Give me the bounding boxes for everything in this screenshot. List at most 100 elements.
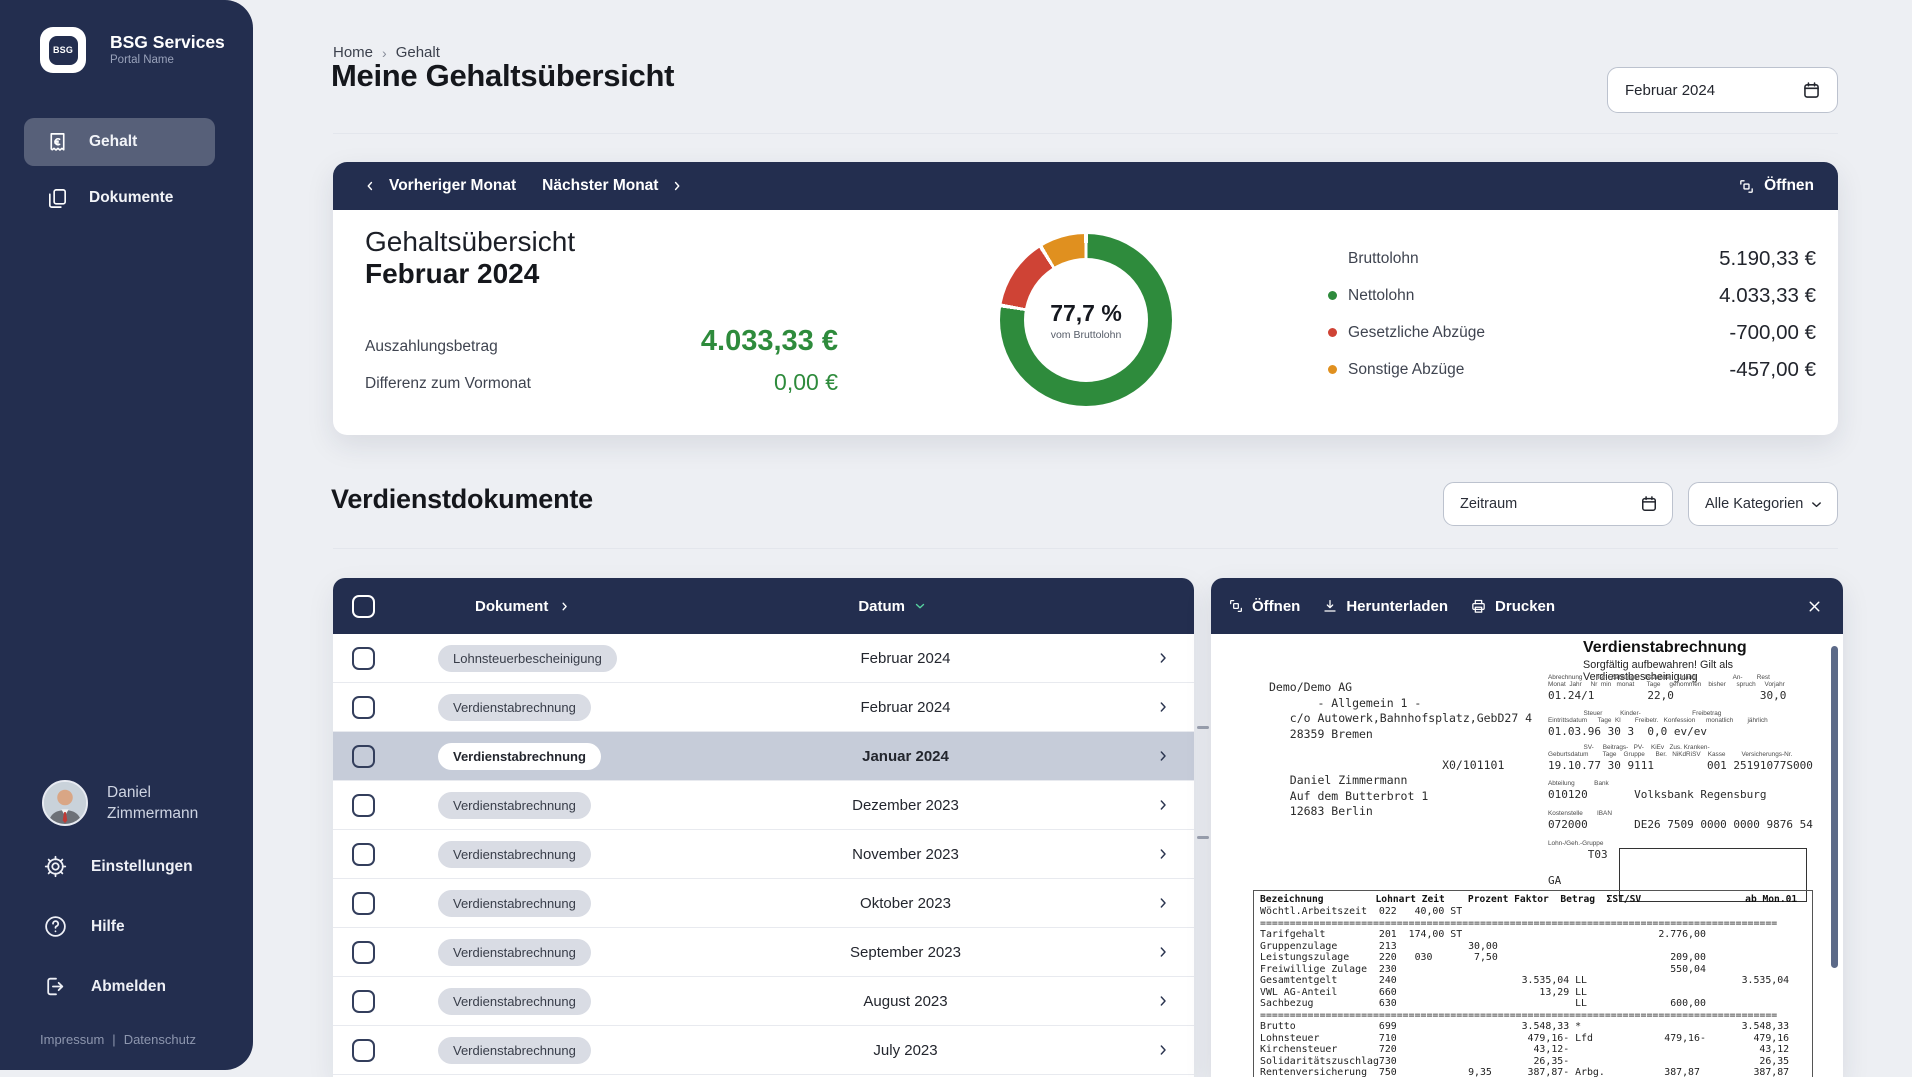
chevron-left-icon	[363, 179, 377, 193]
category-value: Alle Kategorien	[1705, 496, 1803, 512]
payslip-field-group: Steuer Kinder- Freibetrag Eintrittsdatum…	[1548, 710, 1768, 738]
table-row[interactable]: Verdienstabrechnung Dezember 2023	[333, 781, 1194, 830]
doc-type-badge: Lohnsteuerbescheinigung	[438, 645, 617, 672]
zeitraum-filter[interactable]: Zeitraum	[1443, 482, 1673, 526]
user-profile[interactable]: Daniel Zimmermann	[42, 780, 198, 826]
legend-row: Bruttolohn 5.190,33 €	[1328, 240, 1816, 277]
card-heading-line1: Gehaltsübersicht	[365, 226, 575, 258]
row-checkbox[interactable]	[352, 892, 375, 915]
payslip-field-group: SV- Beitrags- PV- KiEv Zus. Kranken- Geb…	[1548, 744, 1813, 772]
table-header: Dokument Datum	[333, 578, 1194, 634]
sidebar-item-einstellungen[interactable]: Einstellungen	[43, 854, 193, 879]
doc-type-badge: Verdienstabrechnung	[438, 988, 591, 1015]
payout-label: Auszahlungsbetrag	[365, 338, 498, 356]
preview-scrollbar[interactable]	[1831, 646, 1838, 968]
payslip-table: Bezeichnung Lohnart Zeit Prozent Faktor …	[1253, 890, 1813, 1077]
row-checkbox[interactable]	[352, 794, 375, 817]
row-checkbox[interactable]	[352, 990, 375, 1013]
receipt-euro-icon	[46, 131, 69, 154]
doc-type-badge: Verdienstabrechnung	[438, 841, 591, 868]
sidebar-item-gehalt[interactable]: Gehalt	[24, 118, 215, 166]
table-row[interactable]: Verdienstabrechnung Oktober 2023	[333, 879, 1194, 928]
zeitraum-value: Zeitraum	[1460, 496, 1517, 512]
doc-type-badge: Verdienstabrechnung	[438, 939, 591, 966]
row-checkbox[interactable]	[352, 696, 375, 719]
close-button[interactable]	[1806, 598, 1823, 615]
table-row[interactable]: Verdienstabrechnung November 2023	[333, 830, 1194, 879]
calendar-icon	[1801, 80, 1822, 101]
menu-item-label: Einstellungen	[91, 858, 193, 876]
row-checkbox[interactable]	[352, 941, 375, 964]
doc-type-badge: Verdienstabrechnung	[438, 694, 591, 721]
close-icon	[1806, 598, 1823, 615]
chevron-right-icon	[1155, 944, 1171, 960]
month-picker[interactable]: Februar 2024	[1607, 67, 1838, 113]
row-checkbox[interactable]	[352, 647, 375, 670]
card-heading-line2: Februar 2024	[365, 258, 539, 290]
payslip-field-group: Abrechnung Ter- Zahlungs- Bezahlte Urlau…	[1548, 674, 1786, 702]
month-picker-value: Februar 2024	[1625, 82, 1715, 99]
table-row-selected[interactable]: Verdienstabrechnung Januar 2024	[333, 732, 1194, 781]
sidebar-item-abmelden[interactable]: Abmelden	[43, 974, 166, 999]
datenschutz-link[interactable]: Datenschutz	[124, 1032, 196, 1047]
table-row[interactable]: Verdienstabrechnung July 2023	[333, 1026, 1194, 1075]
doc-date: Dezember 2023	[823, 797, 988, 814]
doc-date: Februar 2024	[823, 699, 988, 716]
salary-card-header: Vorheriger Monat Nächster Monat Öffnen	[333, 162, 1838, 210]
diff-label: Differenz zum Vormonat	[365, 375, 531, 393]
impressum-link[interactable]: Impressum	[40, 1032, 104, 1047]
panel-resize-grip[interactable]	[1197, 836, 1209, 839]
legend-row: Sonstige Abzüge -457,00 €	[1328, 351, 1816, 388]
payslip-field-group: Kostenstelle IBAN072000 DE26 7509 0000 0…	[1548, 810, 1813, 831]
payslip-document: Verdienstabrechnung Sorgfältig aufbewahr…	[1211, 634, 1843, 1077]
category-filter[interactable]: Alle Kategorien	[1688, 482, 1838, 526]
donut-center: 77,7 % vom Bruttolohn	[1024, 258, 1148, 382]
menu-item-label: Hilfe	[91, 918, 125, 936]
open-document-button[interactable]: Öffnen	[1228, 598, 1300, 615]
table-row[interactable]: Verdienstabrechnung September 2023	[333, 928, 1194, 977]
payslip-field-group: Abteilung Bank010120 Volksbank Regensbur…	[1548, 780, 1767, 801]
user-name: Daniel Zimmermann	[107, 782, 198, 824]
download-button[interactable]: Herunterladen	[1322, 598, 1448, 615]
row-checkbox[interactable]	[352, 745, 375, 768]
table-row[interactable]: Verdienstabrechnung August 2023	[333, 977, 1194, 1026]
open-salary-button[interactable]: Öffnen	[1738, 177, 1814, 195]
bsg-logo-mark: BSG	[49, 36, 78, 65]
logout-icon	[43, 974, 68, 999]
prev-month-button[interactable]: Vorheriger Monat	[363, 177, 516, 195]
table-row[interactable]: Lohnsteuerbescheinigung Februar 2024	[333, 634, 1194, 683]
payslip-table-body: Wöchtl.Arbeitszeit 022 40,00 ST ========…	[1260, 906, 1806, 1077]
chevron-right-icon	[1155, 650, 1171, 666]
legend-row: Nettolohn 4.033,33 €	[1328, 277, 1816, 314]
gear-icon	[43, 854, 68, 879]
preview-toolbar: Öffnen Herunterladen Drucken	[1211, 578, 1843, 634]
chevron-right-icon	[1155, 993, 1171, 1009]
sidebar-item-dokumente[interactable]: Dokumente	[24, 174, 215, 222]
sidebar-item-label: Dokumente	[89, 189, 173, 207]
help-icon	[43, 914, 68, 939]
sort-chevron-down-icon	[913, 599, 927, 613]
row-checkbox[interactable]	[352, 1039, 375, 1062]
sidebar-item-hilfe[interactable]: Hilfe	[43, 914, 125, 939]
table-row[interactable]: Verdienstabrechnung Februar 2024	[333, 683, 1194, 732]
next-month-button[interactable]: Nächster Monat	[542, 177, 684, 195]
page-title: Meine Gehaltsübersicht	[331, 58, 674, 94]
chevron-right-icon	[1155, 846, 1171, 862]
doc-type-badge: Verdienstabrechnung	[438, 890, 591, 917]
expand-icon	[1738, 178, 1755, 195]
calendar-icon	[1639, 494, 1659, 514]
select-all-checkbox[interactable]	[352, 595, 375, 618]
sidebar-footer: Impressum|Datenschutz	[40, 1032, 196, 1047]
sidebar-item-label: Gehalt	[89, 133, 137, 151]
doc-date: Oktober 2023	[823, 895, 988, 912]
panel-resize-grip[interactable]	[1197, 726, 1209, 729]
app-root: BSG BSG Services Portal Name Gehalt Doku…	[0, 0, 1912, 1077]
chevron-right-icon	[670, 179, 684, 193]
bsg-logo: BSG	[40, 27, 86, 73]
brand-subtitle: Portal Name	[110, 54, 174, 66]
print-button[interactable]: Drucken	[1470, 598, 1555, 615]
column-dokument[interactable]: Dokument	[475, 598, 571, 615]
row-checkbox[interactable]	[352, 843, 375, 866]
header-divider	[333, 133, 1838, 134]
column-datum[interactable]: Datum	[858, 598, 927, 615]
